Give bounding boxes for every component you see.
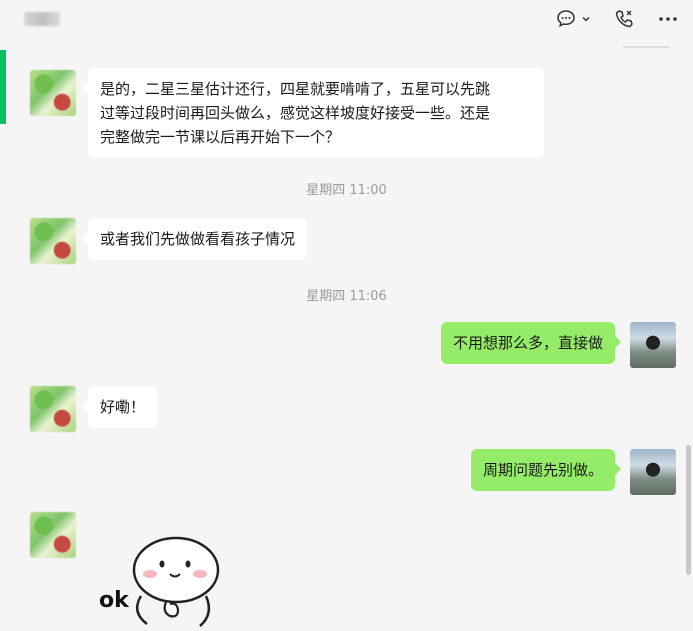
more-icon[interactable] <box>657 8 679 30</box>
chat-header <box>0 0 693 46</box>
avatar[interactable] <box>30 386 76 432</box>
message-line: 是的，二星三星估计还行，四星就要啃啃了，五星可以先跳 <box>100 80 491 98</box>
header-actions <box>555 8 679 30</box>
message-bubble[interactable]: 周期问题先别做。 <box>470 449 622 491</box>
avatar[interactable] <box>30 512 76 558</box>
message-bubble[interactable]: 或者我们先做做看看孩子情况 <box>81 218 308 260</box>
message-line: 过等过段时间再回头做么，感觉这样坡度好接受一些。还是 <box>100 104 491 122</box>
divider <box>623 46 669 48</box>
message-line: 完整做完一节课以后再开始下一个？ <box>100 128 341 146</box>
avatar[interactable] <box>630 322 676 368</box>
avatar[interactable] <box>30 218 76 264</box>
sticker-caption: ok <box>99 588 129 613</box>
avatar[interactable] <box>630 449 676 495</box>
active-indicator <box>0 50 6 124</box>
sticker-message[interactable]: ok <box>96 530 246 627</box>
scrollbar[interactable] <box>686 445 691 575</box>
message-line: 或者我们先做做看看孩子情况 <box>100 230 296 248</box>
phone-icon[interactable] <box>613 8 635 30</box>
timestamp: 星期四 11:06 <box>306 289 387 304</box>
avatar[interactable] <box>30 70 76 116</box>
chevron-down-icon[interactable] <box>581 8 591 30</box>
message-line: 好嘞！ <box>100 398 146 416</box>
chat-title-redacted <box>24 12 60 26</box>
chat-bubble-icon[interactable] <box>555 8 577 30</box>
timestamp: 星期四 11:00 <box>306 183 387 198</box>
message-bubble[interactable]: 不用想那么多，直接做 <box>440 322 622 364</box>
message-line: 周期问题先别做。 <box>482 461 603 479</box>
message-bubble[interactable]: 是的，二星三星估计还行，四星就要啃啃了，五星可以先跳 过等过段时间再回头做么，感… <box>82 68 544 158</box>
message-line: 不用想那么多，直接做 <box>452 334 603 352</box>
message-bubble[interactable]: 好嘞！ <box>81 386 158 428</box>
